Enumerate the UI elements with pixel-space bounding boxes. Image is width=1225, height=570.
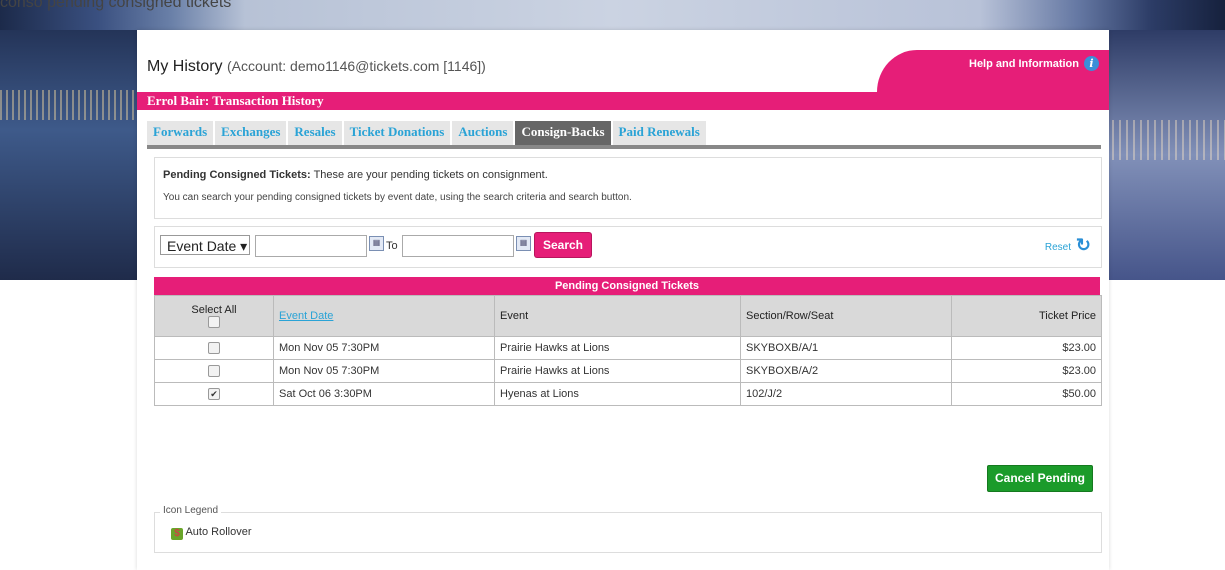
legend-title: Icon Legend	[160, 505, 222, 516]
event-cell: Prairie Hawks at Lions	[494, 336, 741, 360]
info-heading: Pending Consigned Tickets:	[163, 169, 311, 181]
tab-underline	[147, 145, 1101, 149]
calendar-icon[interactable]: ▦	[516, 236, 531, 251]
row-checkbox[interactable]	[208, 365, 220, 378]
table-row: ✔ Sat Oct 06 3:30PM Hyenas at Lions 102/…	[154, 382, 1102, 406]
tab-bar: Forwards Exchanges Resales Ticket Donati…	[147, 121, 706, 145]
row-select-cell: ✔	[154, 382, 274, 406]
search-field-select[interactable]: Event Date ▾	[160, 235, 250, 255]
seat-cell: SKYBOXB/A/1	[740, 336, 952, 360]
row-select-cell	[154, 336, 274, 360]
help-tab[interactable]: Help and Information i	[877, 50, 1109, 92]
to-label: To	[386, 240, 398, 252]
event-cell: Prairie Hawks at Lions	[494, 359, 741, 383]
tab-forwards[interactable]: Forwards	[147, 121, 214, 145]
account-info: (Account: demo1146@tickets.com [1146])	[227, 58, 486, 74]
ticket-price-header: Ticket Price	[951, 295, 1102, 337]
price-cell: $23.00	[951, 336, 1102, 360]
table-title: Pending Consigned Tickets	[154, 277, 1100, 295]
event-date-header[interactable]: Event Date	[273, 295, 495, 337]
icon-legend: Icon Legend $ Auto Rollover	[154, 505, 1102, 553]
city-skyline-left	[0, 30, 140, 280]
info-text-1: These are your pending tickets on consig…	[313, 169, 548, 181]
tab-auctions[interactable]: Auctions	[452, 121, 514, 145]
table-header-row: Select All Event Date Event Section/Row/…	[154, 295, 1102, 337]
tab-resales[interactable]: Resales	[288, 121, 342, 145]
subtitle: Errol Bair: Transaction History	[147, 93, 324, 108]
search-box: Event Date ▾ ▦ To ▦ Search Reset ↻	[154, 226, 1102, 268]
help-label[interactable]: Help and Information	[969, 58, 1079, 70]
info-line-1: Pending Consigned Tickets: These are you…	[163, 169, 548, 181]
event-date-cell: Mon Nov 05 7:30PM	[273, 336, 495, 360]
history-panel: My History (Account: demo1146@tickets.co…	[137, 30, 1109, 570]
seat-cell: SKYBOXB/A/2	[740, 359, 952, 383]
table-row: Mon Nov 05 7:30PM Prairie Hawks at Lions…	[154, 336, 1102, 360]
auto-rollover-icon: $	[171, 528, 183, 540]
seat-cell: 102/J/2	[740, 382, 952, 406]
search-field-value: Event Date	[167, 238, 237, 254]
top-caption: conso pending consigned tickets	[0, 0, 232, 11]
to-date-input[interactable]	[402, 235, 514, 257]
search-button[interactable]: Search	[535, 233, 591, 257]
from-date-input[interactable]	[255, 235, 367, 257]
row-checkbox[interactable]: ✔	[208, 388, 220, 401]
tab-paid-renewals[interactable]: Paid Renewals	[612, 121, 706, 145]
section-row-seat-header: Section/Row/Seat	[740, 295, 952, 337]
select-all-header: Select All	[154, 295, 274, 337]
legend-box	[154, 512, 1102, 553]
city-skyline-right	[1105, 30, 1225, 280]
info-box: Pending Consigned Tickets: These are you…	[154, 157, 1102, 219]
legend-item-label: Auto Rollover	[185, 526, 252, 538]
tickets-table: Select All Event Date Event Section/Row/…	[154, 295, 1102, 406]
event-header: Event	[494, 295, 741, 337]
info-icon[interactable]: i	[1084, 56, 1099, 71]
cancel-pending-button[interactable]: Cancel Pending	[987, 465, 1093, 492]
refresh-icon[interactable]: ↻	[1076, 235, 1091, 256]
tab-consign-backs[interactable]: Consign-Backs	[515, 121, 611, 145]
row-select-cell	[154, 359, 274, 383]
reset-link[interactable]: Reset	[1045, 242, 1071, 253]
info-text-2: You can search your pending consigned ti…	[163, 192, 632, 203]
price-cell: $50.00	[951, 382, 1102, 406]
table-row: Mon Nov 05 7:30PM Prairie Hawks at Lions…	[154, 359, 1102, 383]
select-all-checkbox[interactable]	[208, 316, 220, 329]
tab-ticket-donations[interactable]: Ticket Donations	[343, 121, 451, 145]
price-cell: $23.00	[951, 359, 1102, 383]
select-all-label: Select All	[191, 303, 237, 316]
subtitle-bar: Errol Bair: Transaction History	[137, 92, 1109, 110]
page-title-text: My History	[147, 58, 223, 75]
calendar-icon[interactable]: ▦	[369, 236, 384, 251]
page-title: My History (Account: demo1146@tickets.co…	[147, 58, 486, 76]
tab-exchanges[interactable]: Exchanges	[215, 121, 287, 145]
row-checkbox[interactable]	[208, 342, 220, 355]
event-cell: Hyenas at Lions	[494, 382, 741, 406]
legend-item: $ Auto Rollover	[171, 526, 252, 540]
event-date-cell: Mon Nov 05 7:30PM	[273, 359, 495, 383]
event-date-cell: Sat Oct 06 3:30PM	[273, 382, 495, 406]
